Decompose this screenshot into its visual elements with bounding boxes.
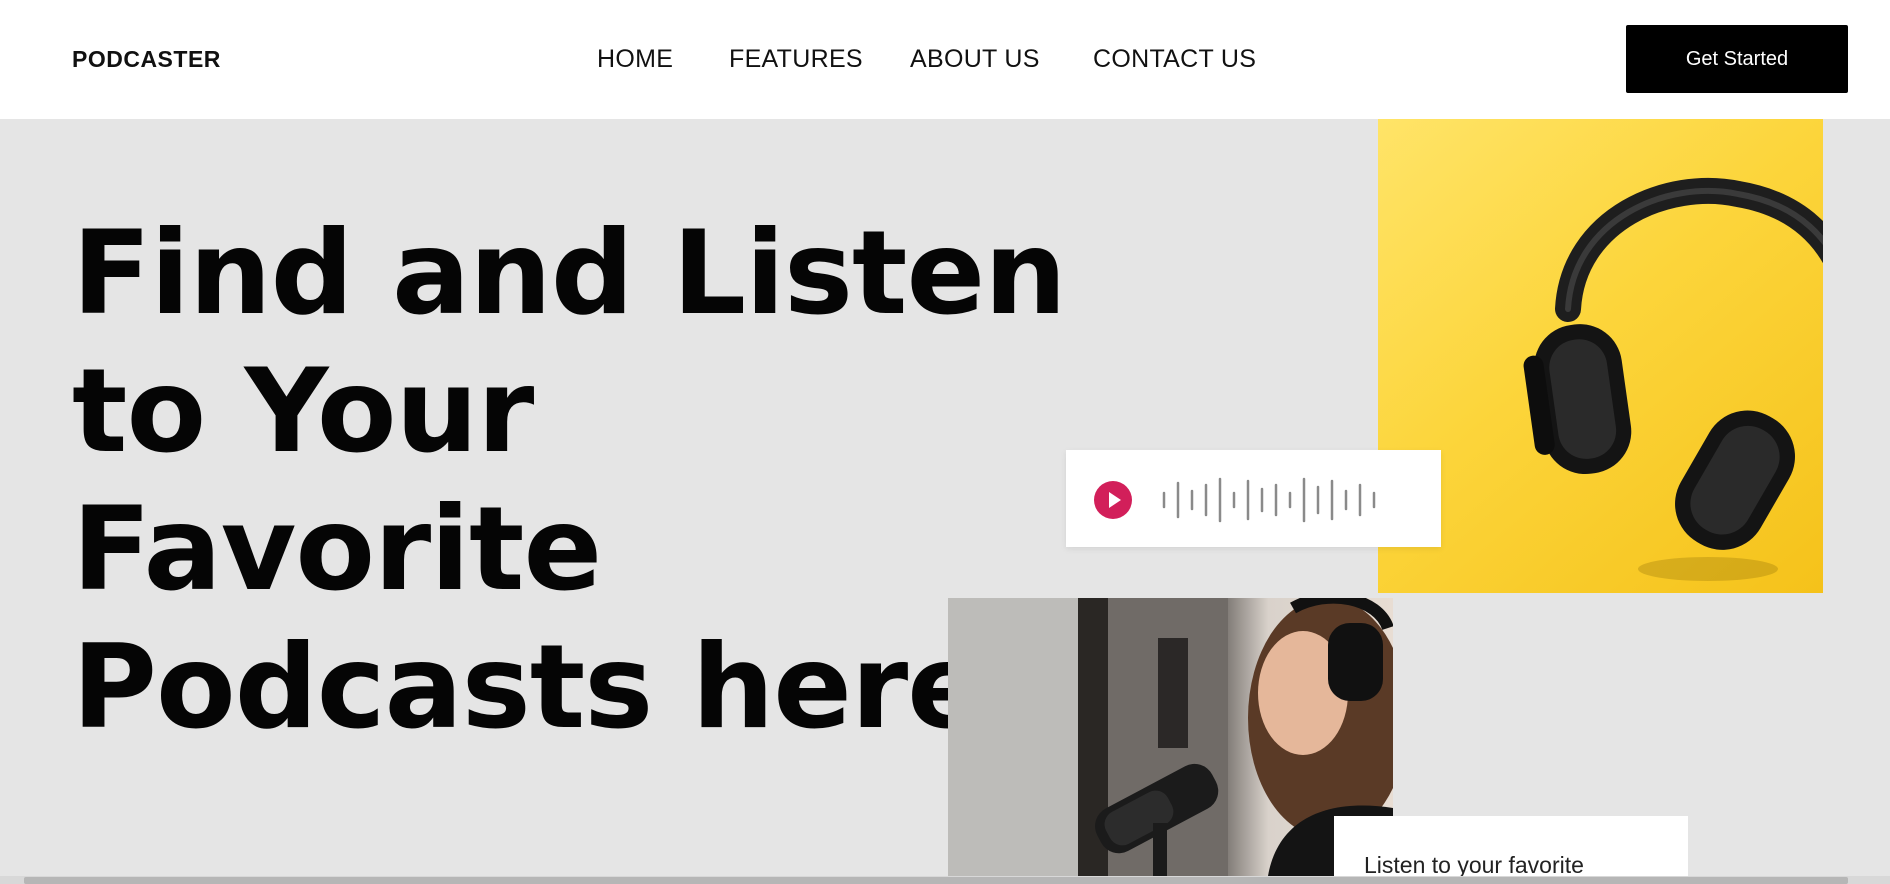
get-started-button[interactable]: Get Started <box>1626 25 1848 93</box>
podcaster-illustration <box>948 598 1393 876</box>
audio-player-card <box>1066 450 1441 547</box>
nav-link-features[interactable]: FEATURES <box>729 45 863 74</box>
nav-link-contact-us[interactable]: CONTACT US <box>1093 45 1256 74</box>
headline-line: Favorite <box>72 482 602 617</box>
nav-link-about-us[interactable]: ABOUT US <box>910 45 1040 74</box>
scrollbar-thumb[interactable] <box>24 877 1848 884</box>
waveform-icon <box>1162 477 1376 523</box>
brand-logo[interactable]: PODCASTER <box>72 46 221 73</box>
info-card: Listen to your favorite <box>1334 816 1688 884</box>
play-icon[interactable] <box>1094 481 1132 519</box>
headphones-illustration <box>1523 177 1823 581</box>
headline-line: Find and Listen <box>72 206 1067 341</box>
headline-line: to Your <box>72 344 534 479</box>
podcaster-photo <box>948 598 1393 876</box>
info-card-text: Listen to your favorite <box>1364 852 1584 878</box>
navbar: PODCASTER HOME FEATURES ABOUT US CONTACT… <box>0 0 1890 119</box>
headphones-image <box>1378 119 1823 593</box>
hero-headline: Find and Listen to Your Favorite Podcast… <box>72 205 1067 757</box>
headline-line: Podcasts here! <box>72 620 1038 755</box>
nav-link-home[interactable]: HOME <box>597 45 673 74</box>
